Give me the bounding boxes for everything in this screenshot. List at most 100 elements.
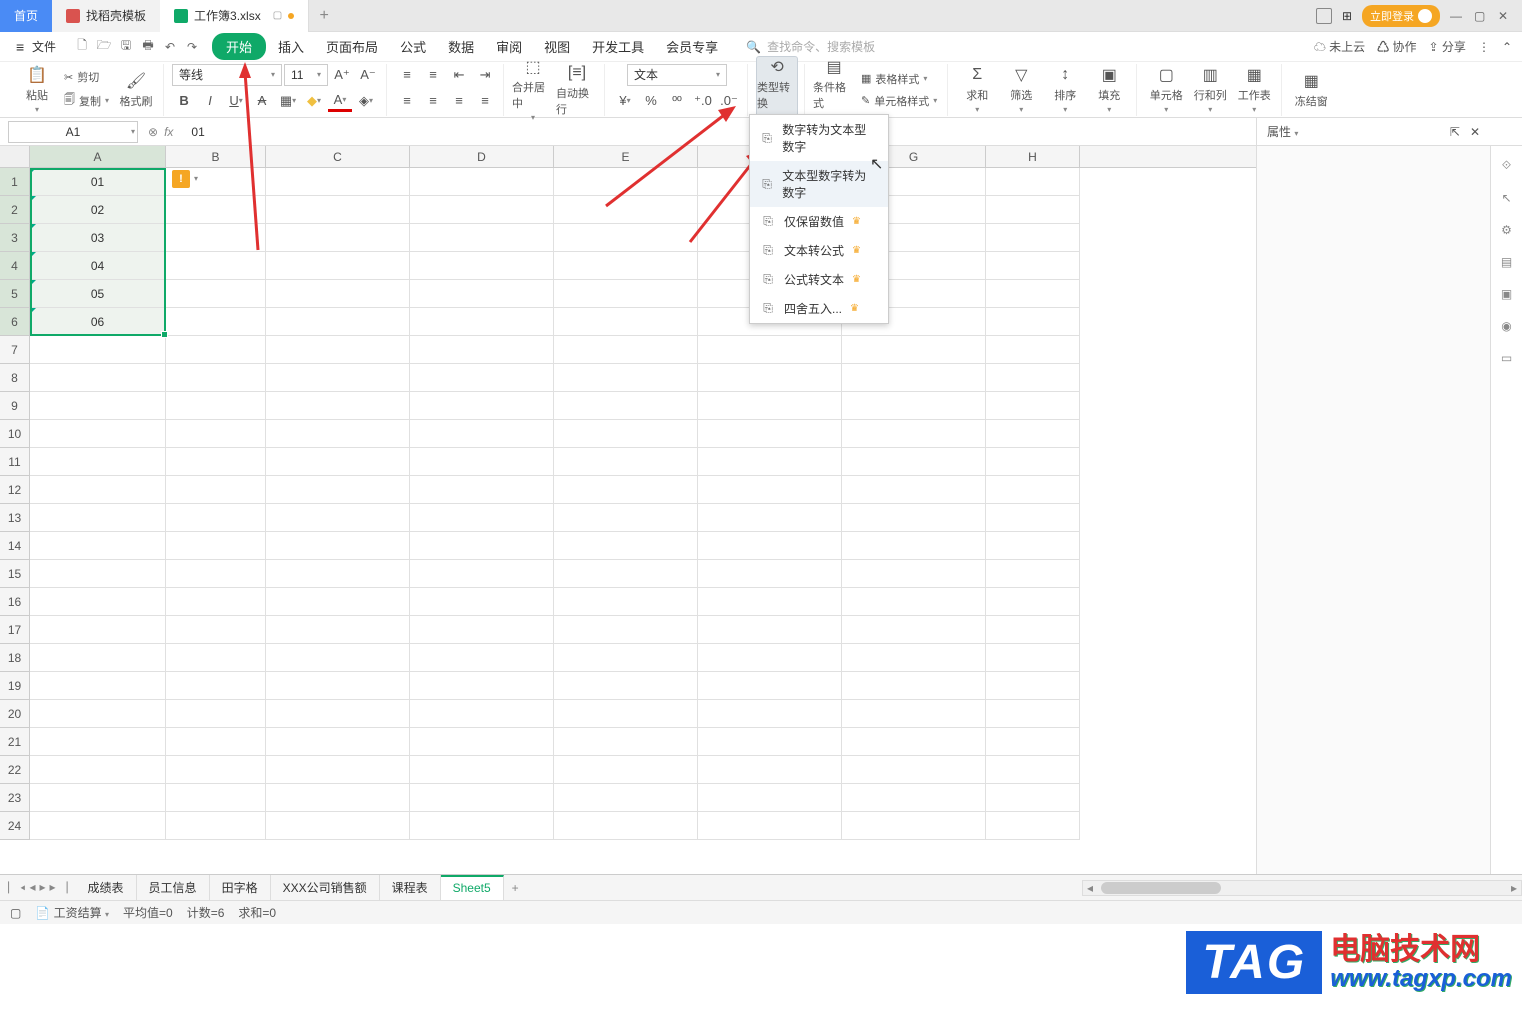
tab-template[interactable]: 找稻壳模板: [52, 0, 160, 32]
cell[interactable]: [986, 504, 1080, 532]
font-size-select[interactable]: 11▾: [284, 64, 328, 86]
inc-decimal-button[interactable]: ⁺.0: [691, 90, 715, 112]
underline-button[interactable]: U▾: [224, 90, 248, 112]
side-help-icon[interactable]: ◉: [1501, 319, 1511, 333]
cell[interactable]: [166, 392, 266, 420]
cell[interactable]: [30, 392, 166, 420]
cell[interactable]: [410, 728, 554, 756]
cell[interactable]: [986, 196, 1080, 224]
cell[interactable]: [166, 700, 266, 728]
warning-dropdown-icon[interactable]: ▾: [194, 174, 198, 183]
cell[interactable]: [986, 280, 1080, 308]
cell[interactable]: [698, 560, 842, 588]
qa-print-icon[interactable]: 🖶: [140, 39, 156, 55]
cell[interactable]: [166, 644, 266, 672]
cell[interactable]: [166, 476, 266, 504]
cell[interactable]: [30, 336, 166, 364]
cell[interactable]: [986, 728, 1080, 756]
cell[interactable]: [986, 812, 1080, 840]
cell[interactable]: [266, 224, 410, 252]
layout-icon[interactable]: [1316, 8, 1332, 24]
cell[interactable]: [554, 252, 698, 280]
maximize-button[interactable]: ▢: [1474, 9, 1488, 23]
sum-button[interactable]: Σ求和▾: [956, 65, 998, 114]
cell[interactable]: [410, 644, 554, 672]
cell[interactable]: [554, 392, 698, 420]
dropdown-item[interactable]: ⎘文本型数字转为数字: [750, 161, 888, 207]
cell[interactable]: [842, 560, 986, 588]
qa-undo-icon[interactable]: ↶: [162, 39, 178, 55]
cut-button[interactable]: ✂剪切: [60, 67, 113, 87]
cell[interactable]: [554, 168, 698, 196]
cond-format-button[interactable]: ▤ 条件格式▾: [813, 57, 855, 122]
cell[interactable]: [698, 504, 842, 532]
sheet-tab[interactable]: Sheet5: [441, 875, 504, 900]
cell[interactable]: [166, 532, 266, 560]
type-convert-button[interactable]: ⟲ 类型转换▾: [756, 56, 798, 123]
fill-color-button[interactable]: ◆▾: [302, 90, 326, 112]
cell[interactable]: [30, 756, 166, 784]
formula-input[interactable]: 01: [183, 125, 1256, 139]
cell[interactable]: 05: [30, 280, 166, 308]
cell[interactable]: [986, 336, 1080, 364]
row-header[interactable]: 9: [0, 392, 30, 420]
menu-审阅[interactable]: 审阅: [486, 33, 532, 60]
cell[interactable]: [410, 448, 554, 476]
side-select-icon[interactable]: ↖: [1501, 191, 1511, 205]
tab-home[interactable]: 首页: [0, 0, 52, 32]
spreadsheet-grid[interactable]: ABCDEFGH 1012023034045056067891011121314…: [0, 146, 1256, 874]
cell[interactable]: [986, 784, 1080, 812]
cell[interactable]: [410, 336, 554, 364]
select-all-corner[interactable]: [0, 146, 30, 167]
cell[interactable]: [986, 700, 1080, 728]
bold-button[interactable]: B: [172, 90, 196, 112]
row-header[interactable]: 14: [0, 532, 30, 560]
cell[interactable]: [698, 364, 842, 392]
cell[interactable]: [266, 616, 410, 644]
cell[interactable]: [842, 672, 986, 700]
close-button[interactable]: ✕: [1498, 9, 1512, 23]
warning-icon[interactable]: !: [172, 170, 190, 188]
cell[interactable]: [166, 728, 266, 756]
tab-file[interactable]: 工作簿3.xlsx ▢: [160, 0, 309, 32]
share-button[interactable]: ⇪ 分享: [1429, 38, 1466, 55]
cell[interactable]: [166, 252, 266, 280]
close-panel-icon[interactable]: ✕: [1470, 125, 1480, 139]
cell[interactable]: [30, 784, 166, 812]
cell[interactable]: 02: [30, 196, 166, 224]
cell[interactable]: [842, 756, 986, 784]
format-painter-button[interactable]: 🖌 格式刷: [115, 71, 157, 109]
cell[interactable]: [554, 644, 698, 672]
cell[interactable]: [986, 532, 1080, 560]
cell[interactable]: [698, 392, 842, 420]
cell[interactable]: [266, 644, 410, 672]
col-header-D[interactable]: D: [410, 146, 554, 167]
cell[interactable]: [410, 168, 554, 196]
cell[interactable]: [266, 504, 410, 532]
font-color-button[interactable]: A▾: [328, 90, 352, 112]
cloud-status[interactable]: ☁ 未上云: [1314, 38, 1365, 55]
cell[interactable]: [986, 644, 1080, 672]
cell[interactable]: [166, 588, 266, 616]
cell[interactable]: [166, 364, 266, 392]
cell[interactable]: [842, 448, 986, 476]
cell[interactable]: [842, 644, 986, 672]
row-header[interactable]: 18: [0, 644, 30, 672]
cell[interactable]: 04: [30, 252, 166, 280]
cell[interactable]: [842, 588, 986, 616]
cell[interactable]: [842, 728, 986, 756]
qa-open-icon[interactable]: 🗁: [96, 39, 112, 55]
cell[interactable]: [986, 672, 1080, 700]
table-style-button[interactable]: ▦表格样式▾: [857, 69, 941, 89]
sort-button[interactable]: ↕排序▾: [1044, 65, 1086, 114]
qa-new-icon[interactable]: 🗋: [74, 39, 90, 55]
cell[interactable]: [698, 448, 842, 476]
menu-会员专享[interactable]: 会员专享: [656, 33, 728, 60]
cell[interactable]: [698, 336, 842, 364]
cell[interactable]: [554, 756, 698, 784]
row-header[interactable]: 15: [0, 560, 30, 588]
apps-icon[interactable]: ⊞: [1342, 9, 1352, 23]
row-header[interactable]: 12: [0, 476, 30, 504]
cell[interactable]: [266, 252, 410, 280]
row-header[interactable]: 13: [0, 504, 30, 532]
